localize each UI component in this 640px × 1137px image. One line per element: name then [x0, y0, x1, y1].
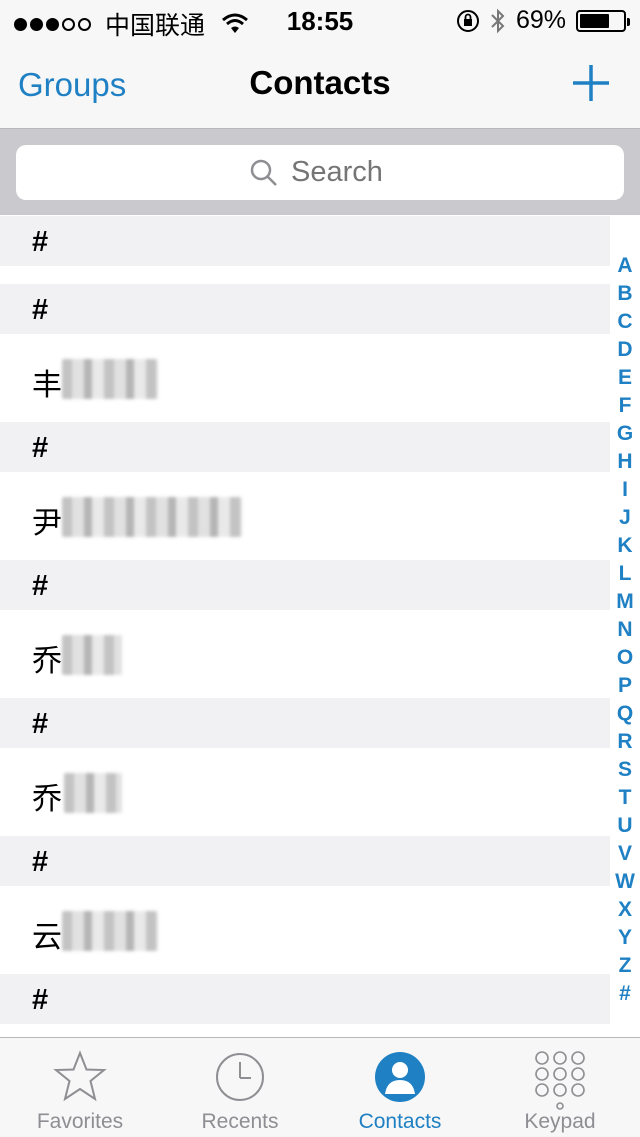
status-left: 中国联通: [14, 6, 249, 42]
contacts-list: # # 丰 # 尹 # 乔 # 乔 # 云 #: [0, 216, 610, 1024]
tab-label: Keypad: [524, 1110, 596, 1133]
index-letter[interactable]: M: [616, 588, 634, 616]
contact-name: 乔: [32, 645, 62, 678]
index-letter[interactable]: V: [618, 840, 632, 868]
star-icon: [53, 1050, 107, 1102]
tab-favorites[interactable]: Favorites: [0, 1038, 160, 1137]
index-letter[interactable]: B: [617, 280, 632, 308]
battery-percent: 69%: [515, 6, 566, 34]
index-letter[interactable]: H: [617, 448, 632, 476]
redacted-name: [64, 773, 122, 813]
section-header: #: [0, 974, 610, 1024]
index-letter[interactable]: A: [617, 252, 632, 280]
index-letter[interactable]: U: [617, 812, 632, 840]
section-header: #: [0, 560, 610, 610]
redacted-name: [62, 359, 158, 399]
search-icon: [250, 159, 277, 186]
tab-keypad[interactable]: Keypad: [480, 1038, 640, 1137]
index-letter[interactable]: J: [619, 504, 631, 532]
redacted-name: [62, 911, 158, 951]
index-letter[interactable]: O: [617, 644, 633, 672]
rotation-lock-icon: [456, 9, 479, 32]
section-index[interactable]: A B C D E F G H I J K L M N O P Q R S T U V W X Y Z #: [610, 216, 640, 1036]
status-bar: 中国联通 18:55 69%: [0, 0, 640, 40]
search-input[interactable]: [291, 156, 391, 189]
index-letter[interactable]: I: [622, 476, 628, 504]
keypad-icon: [535, 1051, 585, 1110]
tab-label: Recents: [201, 1110, 279, 1133]
contact-name: 乔: [32, 783, 62, 816]
index-letter[interactable]: X: [618, 896, 632, 924]
clock-icon: [216, 1053, 264, 1101]
index-letter[interactable]: W: [615, 868, 635, 896]
tab-label: Contacts: [358, 1110, 442, 1133]
plus-icon[interactable]: [570, 62, 612, 104]
status-right: 69%: [456, 6, 630, 35]
search-bar: [0, 129, 640, 215]
index-letter[interactable]: D: [617, 336, 632, 364]
index-letter[interactable]: N: [617, 616, 632, 644]
index-letter[interactable]: T: [619, 784, 632, 812]
section-header: #: [0, 836, 610, 886]
index-letter[interactable]: E: [618, 364, 632, 392]
search-field[interactable]: [16, 145, 624, 200]
section-header: #: [0, 216, 610, 266]
section-spacer: [0, 266, 610, 284]
groups-button[interactable]: Groups: [18, 66, 126, 104]
section-header: #: [0, 284, 610, 334]
index-letter[interactable]: Y: [618, 924, 632, 952]
battery-icon: [576, 9, 630, 32]
index-letter[interactable]: L: [619, 560, 632, 588]
contact-row[interactable]: 尹: [0, 472, 610, 560]
contact-row[interactable]: 乔: [0, 610, 610, 698]
section-header: #: [0, 422, 610, 472]
tab-contacts[interactable]: Contacts: [320, 1038, 480, 1137]
index-letter[interactable]: Z: [619, 952, 632, 980]
contact-name: 尹: [32, 507, 62, 540]
index-letter[interactable]: K: [617, 532, 632, 560]
index-letter[interactable]: #: [619, 980, 631, 1008]
person-icon: [375, 1052, 425, 1102]
redacted-name: [62, 497, 242, 537]
index-letter[interactable]: G: [617, 420, 633, 448]
contact-row[interactable]: 乔: [0, 748, 610, 836]
contact-row[interactable]: 云: [0, 886, 610, 974]
tab-recents[interactable]: Recents: [160, 1038, 320, 1137]
contact-row[interactable]: 丰: [0, 334, 610, 422]
section-header: #: [0, 698, 610, 748]
index-letters[interactable]: A B C D E F G H I J K L M N O P Q R S T U V W X Y Z #: [612, 252, 638, 1008]
signal-strength-icon: [14, 17, 91, 31]
index-letter[interactable]: R: [617, 728, 632, 756]
redacted-name: [62, 635, 122, 675]
index-letter[interactable]: Q: [617, 700, 633, 728]
contact-name: 丰: [32, 369, 62, 402]
carrier-name: 中国联通: [105, 12, 206, 40]
index-letter[interactable]: C: [617, 308, 632, 336]
index-letter[interactable]: P: [618, 672, 632, 700]
bluetooth-icon: [491, 8, 505, 33]
tab-bar: Favorites Recents Contacts Keypad: [0, 1037, 640, 1137]
tab-label: Favorites: [36, 1110, 124, 1133]
wifi-icon: [222, 13, 248, 33]
contact-name: 云: [32, 921, 62, 954]
index-letter[interactable]: S: [618, 756, 632, 784]
index-letter[interactable]: F: [619, 392, 632, 420]
navigation-bar: Groups Contacts: [0, 40, 640, 129]
